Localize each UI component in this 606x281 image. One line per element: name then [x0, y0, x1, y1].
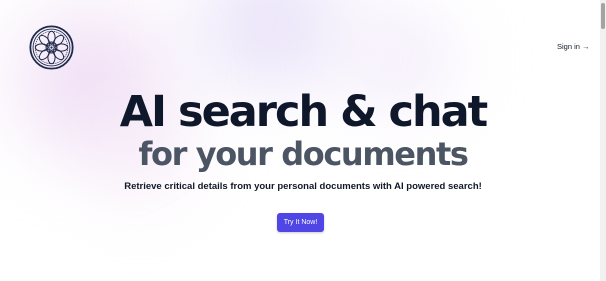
scrollbar-thumb[interactable]: [601, 3, 605, 29]
vertical-scrollbar[interactable]: [600, 0, 606, 281]
landing-page: Sign in → AI search & chat for your docu…: [0, 0, 606, 281]
try-it-now-button[interactable]: Try It Now!: [277, 213, 324, 232]
hero-subtitle: for your documents: [138, 135, 469, 173]
mandala-logo-icon[interactable]: [29, 25, 74, 70]
hero-tagline: Retrieve critical details from your pers…: [124, 181, 482, 192]
hero-title: AI search & chat: [119, 87, 488, 137]
sign-in-link[interactable]: Sign in →: [552, 40, 595, 53]
